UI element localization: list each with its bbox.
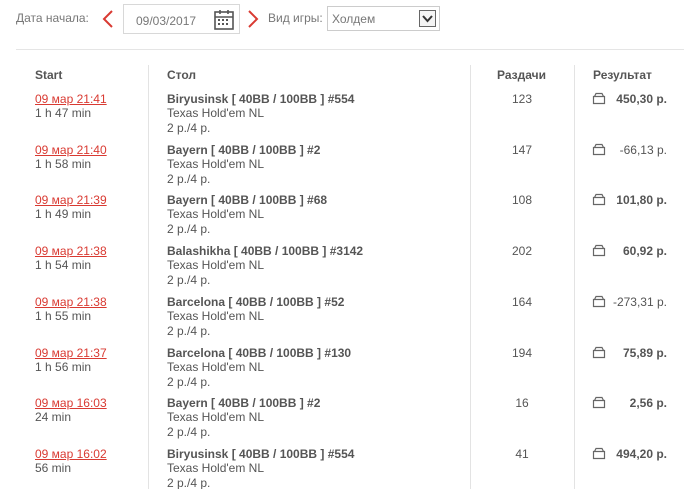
header-result: Результат [593,68,652,82]
game-variant: Texas Hold'em NL [167,359,264,374]
hands-count: 202 [511,244,533,259]
session-result: 494,20 р. [616,446,667,461]
session-start-link[interactable]: 09 мар 16:02 [35,447,107,461]
wallet-icon[interactable] [592,295,606,308]
table-row: 09 мар 21:39 1 h 49 min Bayern [ 40BB / 10… [0,193,700,244]
session-result: -66,13 р. [619,142,667,157]
table-name: Barcelona [ 40BB / 100BB ] #130 [167,345,352,360]
game-variant: Texas Hold'em NL [167,258,264,273]
table-name: Bayern [ 40BB / 100BB ] #68 [167,193,328,208]
game-type-label: Вид игры: [268,11,323,25]
stakes: 2 р./4 р. [167,273,211,288]
start-date-label: Дата начала: [16,11,89,25]
stakes: 2 р./4 р. [167,222,211,237]
session-duration: 1 h 49 min [35,207,92,222]
stakes: 2 р./4 р. [167,323,211,338]
chevron-left-icon [102,10,113,28]
session-duration: 1 h 55 min [35,308,92,323]
dropdown-arrow-icon[interactable] [419,10,436,27]
chevron-right-icon [248,10,259,28]
wallet-icon[interactable] [592,346,606,359]
session-duration: 24 min [35,410,72,425]
wallet-icon[interactable] [592,396,606,409]
wallet-icon[interactable] [592,244,606,257]
session-start-link[interactable]: 09 мар 21:37 [35,346,107,360]
header-start: Start [35,68,63,82]
wallet-icon[interactable] [592,447,606,460]
table-name: Balashikha [ 40BB / 100BB ] #3142 [167,244,364,259]
table-name: Bayern [ 40BB / 100BB ] #2 [167,142,321,157]
session-duration: 1 h 47 min [35,106,92,120]
table-name: Biryusinsk [ 40BB / 100BB ] #554 [167,92,355,106]
stakes: 2 р./4 р. [167,121,211,135]
session-duration: 1 h 56 min [35,359,92,374]
table-row: 09 мар 21:41 1 h 47 min Biryusinsk [ 40BB … [0,92,700,143]
date-input[interactable]: 09/03/2017 [123,4,240,34]
table-row: 09 мар 16:03 24 min Bayern [ 40BB / 100BB … [0,396,700,447]
hands-count: 41 [515,446,529,461]
table-row: 09 мар 21:38 1 h 54 min Balashikha [ 40BB … [0,244,700,295]
session-duration: 1 h 58 min [35,156,92,171]
table-row: 09 мар 21:37 1 h 56 min Barcelona [ 40BB /… [0,346,700,397]
game-variant: Texas Hold'em NL [167,460,264,475]
session-start-link[interactable]: 09 мар 21:38 [35,244,107,258]
game-type-value: Холдем [332,12,376,26]
session-result: -273,31 р. [612,294,667,309]
stakes: 2 р./4 р. [167,475,211,489]
filter-bar: Дата начала: 09/03/2017 Вид игры: Холдем [0,0,700,40]
game-variant: Texas Hold'em NL [167,308,264,323]
table-row: 09 мар 21:38 1 h 55 min Barcelona [ 40BB /… [0,295,700,346]
session-start-link[interactable]: 09 мар 21:39 [35,193,107,207]
stakes: 2 р./4 р. [167,374,211,389]
hands-count: 123 [511,92,533,106]
wallet-icon[interactable] [592,143,606,156]
session-start-link[interactable]: 09 мар 21:38 [35,295,107,309]
stakes: 2 р./4 р. [167,425,211,440]
wallet-icon[interactable] [592,92,606,105]
wallet-icon[interactable] [592,193,606,206]
session-duration: 1 h 54 min [35,258,92,273]
table-name: Bayern [ 40BB / 100BB ] #2 [167,396,321,411]
table-name: Biryusinsk [ 40BB / 100BB ] #554 [167,446,355,461]
hands-count: 16 [515,396,529,411]
calendar-icon[interactable] [213,9,235,31]
session-start-link[interactable]: 09 мар 21:40 [35,143,107,157]
hands-count: 194 [511,345,533,360]
game-variant: Texas Hold'em NL [167,410,264,425]
next-date-button[interactable] [246,9,260,29]
session-result: 101,80 р. [616,193,667,208]
table-row: 09 мар 16:02 56 min Biryusinsk [ 40BB / 10… [0,447,700,489]
session-start-link[interactable]: 09 мар 16:03 [35,396,107,410]
game-variant: Texas Hold'em NL [167,156,264,171]
hands-count: 147 [511,142,533,157]
filter-divider [16,49,684,50]
session-result: 2,56 р. [629,396,667,411]
stakes: 2 р./4 р. [167,171,211,186]
game-variant: Texas Hold'em NL [167,106,264,120]
session-result: 60,92 р. [622,244,667,259]
session-duration: 56 min [35,460,72,475]
header-table: Стол [167,68,197,82]
prev-date-button[interactable] [101,9,115,29]
table-name: Barcelona [ 40BB / 100BB ] #52 [167,294,345,309]
date-value: 09/03/2017 [136,14,197,28]
hands-count: 108 [511,193,533,208]
game-type-select[interactable]: Холдем [327,6,440,31]
game-variant: Texas Hold'em NL [167,207,264,222]
session-start-link[interactable]: 09 мар 21:41 [35,92,107,106]
hands-count: 164 [511,294,533,309]
session-result: 75,89 р. [622,345,667,360]
header-hands: Раздачи [497,68,546,82]
table-row: 09 мар 21:40 1 h 58 min Bayern [ 40BB / 10… [0,143,700,194]
session-result: 450,30 р. [616,92,667,106]
